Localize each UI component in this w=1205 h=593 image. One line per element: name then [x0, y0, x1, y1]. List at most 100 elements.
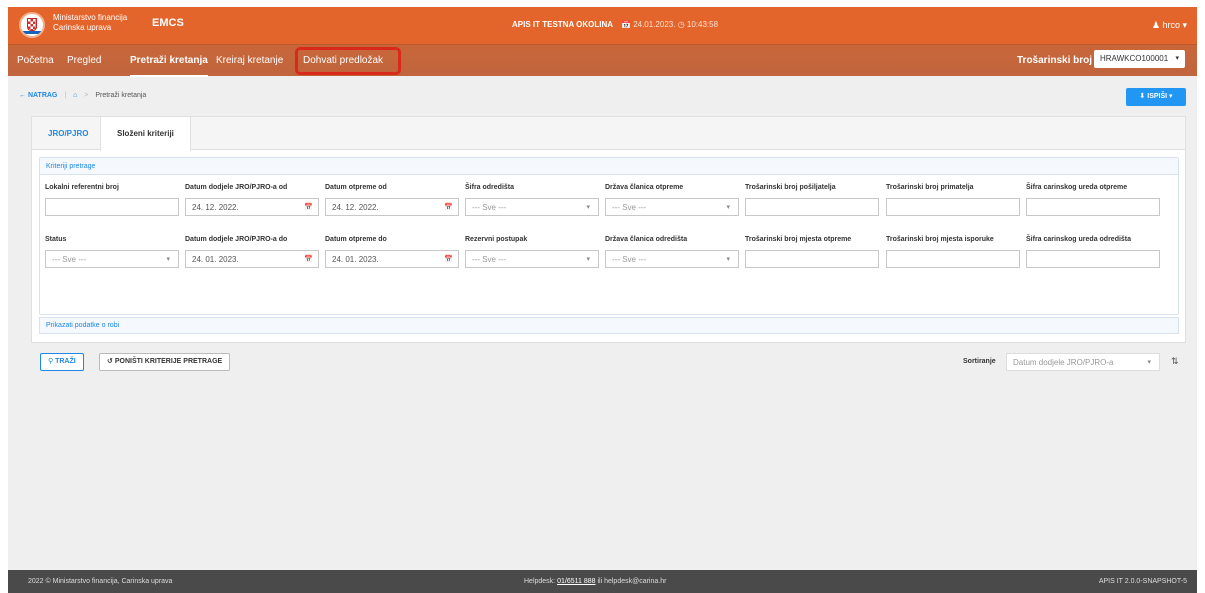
- criteria-panel: Kriteriji pretrage Lokalni referentni br…: [39, 157, 1179, 315]
- sort-label: Sortiranje: [963, 358, 996, 365]
- field-value: 24. 12. 2022.: [332, 203, 379, 212]
- nav-kreiraj-kretanje[interactable]: Kreiraj kretanje: [216, 55, 283, 66]
- excise-number-value: HRAWKCO100001: [1100, 54, 1169, 63]
- field-label: Rezervni postupak: [465, 236, 528, 243]
- text-input[interactable]: [1026, 250, 1160, 268]
- text-input[interactable]: [45, 198, 179, 216]
- environment-info: APIS IT TESTNA OKOLINA 📅 24.01.2023. ◷ 1…: [512, 20, 718, 29]
- back-label: NATRAG: [27, 92, 58, 99]
- field-label: Status: [45, 236, 67, 243]
- search-button[interactable]: ⚲ TRAŽI: [40, 353, 84, 371]
- croatia-coat-of-arms-logo: [19, 12, 45, 38]
- excise-number-label: Trošarinski broj: [1017, 55, 1093, 66]
- text-input[interactable]: [745, 250, 879, 268]
- print-button[interactable]: ⬇ ISPIŠI ▾: [1126, 88, 1186, 106]
- sort-value: Datum dodjele JRO/PJRO-a: [1013, 358, 1114, 367]
- tab-slozeni-kriteriji[interactable]: Složeni kriteriji: [100, 117, 191, 151]
- field-value: 24. 01. 2023.: [192, 255, 239, 264]
- org-line-2: Carinska uprava: [53, 23, 112, 32]
- breadcrumb-arrow: >: [84, 92, 89, 99]
- footer-helpdesk: Helpdesk: 01/6511 888 ili helpdesk@carin…: [524, 578, 666, 585]
- nav-pregled[interactable]: Pregled: [67, 55, 101, 66]
- highlight-box: [295, 47, 401, 75]
- field-label: Trošarinski broj pošiljatelja: [745, 184, 836, 191]
- tab-bar: JRO/PJRO Složeni kriteriji: [32, 117, 1185, 151]
- download-icon: ⬇: [1139, 93, 1146, 100]
- text-input[interactable]: [1026, 198, 1160, 216]
- date-input[interactable]: 24. 01. 2023. 📅: [325, 250, 459, 268]
- sort-select[interactable]: Datum dodjele JRO/PJRO-a ▾: [1006, 353, 1160, 371]
- chevron-down-icon: ▾: [1147, 359, 1151, 366]
- criteria-title[interactable]: Kriteriji pretrage: [40, 158, 1178, 175]
- environment-label: APIS IT TESTNA OKOLINA: [512, 20, 613, 29]
- helpdesk-label: Helpdesk:: [524, 578, 556, 585]
- main-nav: Početna Pregled Pretraži kretanja Kreira…: [8, 44, 1197, 77]
- chevron-down-icon: ▾: [726, 204, 730, 211]
- field-value: --- Sve ---: [612, 203, 647, 212]
- search-icon: ⚲: [48, 358, 54, 365]
- chevron-down-icon: ▾: [1182, 20, 1187, 30]
- sort-direction-icon[interactable]: ⇅: [1171, 356, 1179, 367]
- calendar-icon[interactable]: 📅: [444, 255, 453, 263]
- date-input[interactable]: 24. 01. 2023. 📅: [185, 250, 319, 268]
- helpdesk-email: ili helpdesk@carina.hr: [597, 578, 667, 585]
- home-icon[interactable]: ⌂: [73, 92, 77, 99]
- text-input[interactable]: [886, 250, 1020, 268]
- clock-icon: ◷: [677, 20, 685, 29]
- calendar-icon[interactable]: 📅: [444, 203, 453, 211]
- field-value: --- Sve ---: [52, 255, 87, 264]
- reset-button-label: PONIŠTI KRITERIJE PRETRAGE: [114, 358, 223, 365]
- nav-pocetna[interactable]: Početna: [17, 55, 54, 66]
- footer-version: APIS IT 2.0.0-SNAPSHOT-5: [1098, 578, 1187, 585]
- field-label: Država članica otpreme: [605, 184, 684, 191]
- select-input[interactable]: --- Sve --- ▾: [605, 198, 739, 216]
- chevron-down-icon: ▾: [586, 204, 590, 211]
- field-label: Datum otpreme od: [325, 184, 387, 191]
- undo-icon: ↺: [107, 358, 113, 365]
- footer-copyright: 2022 © Ministarstvo financija, Carinska …: [28, 578, 173, 585]
- field-value: --- Sve ---: [472, 255, 507, 264]
- time-value: 10:43:58: [686, 20, 719, 29]
- field-value: --- Sve ---: [472, 203, 507, 212]
- field-label: Lokalni referentni broj: [45, 184, 119, 191]
- calendar-icon[interactable]: 📅: [304, 203, 313, 211]
- calendar-icon[interactable]: 📅: [304, 255, 313, 263]
- field-value: --- Sve ---: [612, 255, 647, 264]
- reset-criteria-button[interactable]: ↺ PONIŠTI KRITERIJE PRETRAGE: [99, 353, 231, 371]
- excise-number-select[interactable]: HRAWKCO100001 ▾: [1094, 50, 1185, 68]
- field-value: 24. 12. 2022.: [192, 203, 239, 212]
- field-label: Šifra odredišta: [465, 184, 515, 191]
- chevron-down-icon: ▾: [586, 256, 590, 263]
- nav-pretrazi-kretanja[interactable]: Pretraži kretanja: [130, 55, 208, 77]
- user-menu[interactable]: ♟ hrco ▾: [1152, 20, 1187, 31]
- date-value: 24.01.2023.: [633, 20, 676, 29]
- helpdesk-phone-link[interactable]: 01/6511 888: [557, 578, 595, 585]
- org-line-1: Ministarstvo financija: [53, 13, 128, 22]
- select-input[interactable]: --- Sve --- ▾: [465, 250, 599, 268]
- field-label: Datum otpreme do: [325, 236, 387, 243]
- goods-data-link[interactable]: Prikazati podatke o robi: [39, 317, 1179, 334]
- text-input[interactable]: [745, 198, 879, 216]
- user-name: hrco: [1162, 20, 1180, 30]
- top-header: Ministarstvo financija Carinska uprava E…: [8, 7, 1197, 44]
- select-input[interactable]: --- Sve --- ▾: [605, 250, 739, 268]
- back-link[interactable]: ← NATRAG: [19, 92, 57, 99]
- field-label: Trošarinski broj primatelja: [886, 184, 974, 191]
- search-card: JRO/PJRO Složeni kriteriji Kriteriji pre…: [31, 116, 1186, 343]
- select-input[interactable]: --- Sve --- ▾: [465, 198, 599, 216]
- date-time: 📅 24.01.2023. ◷ 10:43:58: [621, 20, 718, 29]
- print-label: ISPIŠI: [1147, 93, 1168, 100]
- app-name: EMCS: [152, 17, 184, 29]
- field-value: 24. 01. 2023.: [332, 255, 379, 264]
- date-input[interactable]: 24. 12. 2022. 📅: [325, 198, 459, 216]
- text-input[interactable]: [886, 198, 1020, 216]
- chevron-down-icon: ▾: [1169, 93, 1173, 100]
- field-label: Trošarinski broj mjesta otpreme: [745, 236, 852, 243]
- tab-jro-pjro[interactable]: JRO/PJRO: [32, 117, 104, 150]
- field-label: Država članica odredišta: [605, 236, 688, 243]
- date-input[interactable]: 24. 12. 2022. 📅: [185, 198, 319, 216]
- select-input[interactable]: --- Sve --- ▾: [45, 250, 179, 268]
- breadcrumb-divider: |: [64, 92, 67, 99]
- footer: 2022 © Ministarstvo financija, Carinska …: [8, 570, 1197, 593]
- breadcrumb-current: Pretraži kretanja: [95, 92, 147, 99]
